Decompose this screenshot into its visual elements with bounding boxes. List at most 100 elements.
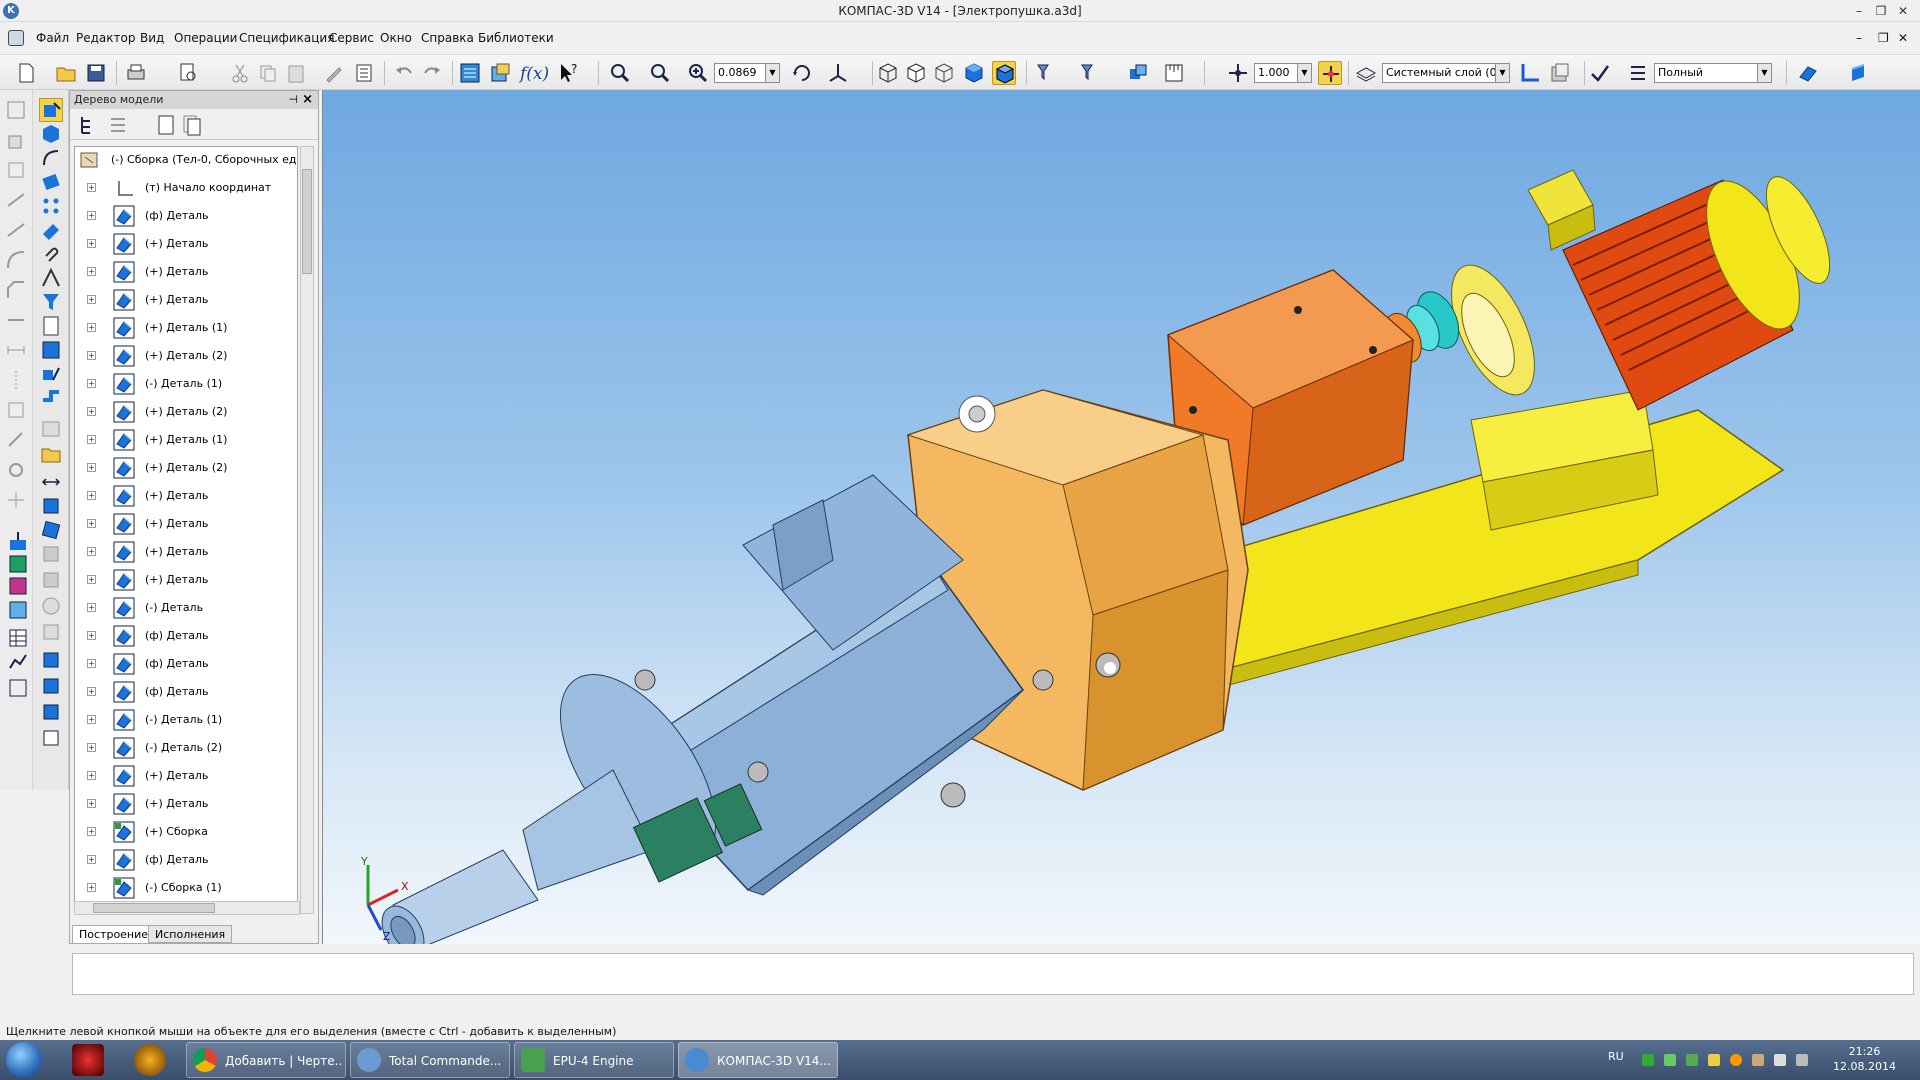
tree-row[interactable]: + (+) Деталь (2) [75,343,295,369]
tree-view-mode-icon[interactable] [106,113,130,137]
curve-icon[interactable] [39,146,63,170]
print-icon[interactable] [124,61,148,85]
save-icon[interactable] [84,61,108,85]
cube-blue-icon[interactable] [39,494,63,518]
insert-component-icon[interactable] [39,648,63,672]
model-tree[interactable]: (-) Сборка (Тел-0, Сборочных еди + (т) На… [74,146,298,914]
model-tree-toggle-icon[interactable] [458,61,482,85]
tree-row[interactable]: + (-) Деталь [75,595,295,621]
print-preview-icon[interactable] [176,61,200,85]
rotate-icon[interactable] [790,61,814,85]
chevron-down-icon[interactable]: ▼ [1297,64,1311,82]
hole-icon[interactable] [4,458,28,482]
expand-icon[interactable]: + [87,407,96,416]
display-mode-combo[interactable]: Полный ▼ [1654,63,1772,83]
mirror-icon[interactable] [4,368,28,392]
pinned-app-icon[interactable] [134,1044,166,1076]
local-cs-icon[interactable] [1518,61,1542,85]
chevron-down-icon[interactable]: ▼ [765,64,779,82]
properties-brush-icon[interactable] [322,61,346,85]
tree-row[interactable]: + (-) Деталь (1) [75,707,295,733]
tree-row[interactable]: + (+) Деталь [75,231,295,257]
chevron-down-icon[interactable]: ▼ [1495,64,1509,82]
distance-icon[interactable] [39,470,63,494]
display-options-icon[interactable] [1626,61,1650,85]
shell-icon[interactable] [39,568,63,592]
snap-toggle-icon[interactable] [1318,61,1342,85]
tree-row[interactable]: + (+) Деталь [75,259,295,285]
scroll-thumb[interactable] [93,903,215,913]
pinned-app-icon[interactable] [72,1044,104,1076]
expand-icon[interactable]: + [87,659,96,668]
sketch-icon[interactable] [4,98,28,122]
zoom-scale-combo[interactable]: 0.0869 ▼ [714,63,780,83]
assembly-model[interactable]: Y X Z [323,90,1920,959]
tree-row[interactable]: + (+) Деталь (2) [75,399,295,425]
zoom-frame-icon[interactable] [608,61,632,85]
menu-libraries[interactable]: Библиотеки [478,31,554,45]
menu-help[interactable]: Справка [421,31,474,45]
insert-part-icon[interactable] [39,170,63,194]
tree-page-icon[interactable] [154,113,178,137]
document-icon[interactable] [8,30,24,46]
layer-manager-icon[interactable] [1548,61,1572,85]
tree-structure-icon[interactable] [76,113,100,137]
start-button[interactable] [6,1042,42,1078]
tree-row[interactable]: + (ф) Деталь [75,847,295,873]
expand-icon[interactable]: + [87,883,96,892]
sketch-pencil-icon[interactable] [39,266,63,290]
menu-operations[interactable]: Операции [174,31,237,45]
tree-row[interactable]: + (+) Деталь [75,567,295,593]
assembly-mate-icon[interactable] [6,530,30,554]
line-icon[interactable] [4,308,28,332]
formula-fx-button[interactable]: f(x) [520,64,549,84]
assembly-tools-icon[interactable] [1126,61,1150,85]
taskbar-item-epu4[interactable]: EPU-4 Engine [514,1042,674,1078]
gray-cube-icon[interactable] [39,542,63,566]
chamfer-icon[interactable] [4,278,28,302]
filter-icon[interactable] [1034,61,1058,85]
zoom-all-icon[interactable] [648,61,672,85]
properties-bar[interactable] [72,953,1914,995]
3d-viewport[interactable]: Y X Z [322,90,1920,959]
surface-icon[interactable] [6,552,30,576]
expand-icon[interactable]: + [87,547,96,556]
tree-row[interactable]: + (-) Сборка (1) [75,875,295,901]
tree-row[interactable]: + (+) Деталь (2) [75,455,295,481]
tree-row[interactable]: + (-) Деталь (1) [75,371,295,397]
cube-rotate-icon[interactable] [39,518,63,542]
hidden-lines-icon[interactable] [904,61,928,85]
menu-window[interactable]: Окно [380,31,412,45]
expand-icon[interactable]: + [87,771,96,780]
network-icon[interactable] [1796,1054,1808,1066]
sphere-icon[interactable] [39,594,63,618]
open-folder-icon[interactable] [54,61,78,85]
undo-icon[interactable] [392,61,416,85]
measure-area-icon[interactable] [6,598,30,622]
doc-restore-button[interactable]: ❐ [1878,31,1889,45]
tree-row[interactable]: + (+) Деталь [75,287,295,313]
expand-icon[interactable]: + [87,827,96,836]
snap-icon[interactable] [1226,61,1250,85]
tree-row[interactable]: + (+) Деталь (1) [75,315,295,341]
tree-row[interactable]: + (ф) Деталь [75,679,295,705]
chevron-down-icon[interactable]: ▼ [1757,64,1771,82]
redo-icon[interactable] [420,61,444,85]
pipe-icon[interactable] [39,386,63,410]
tree-row[interactable]: + (+) Деталь [75,791,295,817]
tray-app-icon[interactable] [1730,1054,1742,1066]
rib-icon[interactable] [39,620,63,644]
tray-app-icon[interactable] [1686,1054,1698,1066]
expand-icon[interactable]: + [87,631,96,640]
spec-icon[interactable] [6,574,30,598]
copy-icon[interactable] [256,61,280,85]
expand-icon[interactable]: + [87,435,96,444]
paperclip-icon[interactable] [39,242,63,266]
tray-app-icon[interactable] [1642,1054,1654,1066]
library-part-icon[interactable] [39,726,63,750]
extrude-icon[interactable] [4,128,28,152]
expand-icon[interactable]: + [87,687,96,696]
expand-icon[interactable]: + [87,295,96,304]
component-edit-icon[interactable] [39,362,63,386]
menu-edit[interactable]: Редактор [76,31,135,45]
